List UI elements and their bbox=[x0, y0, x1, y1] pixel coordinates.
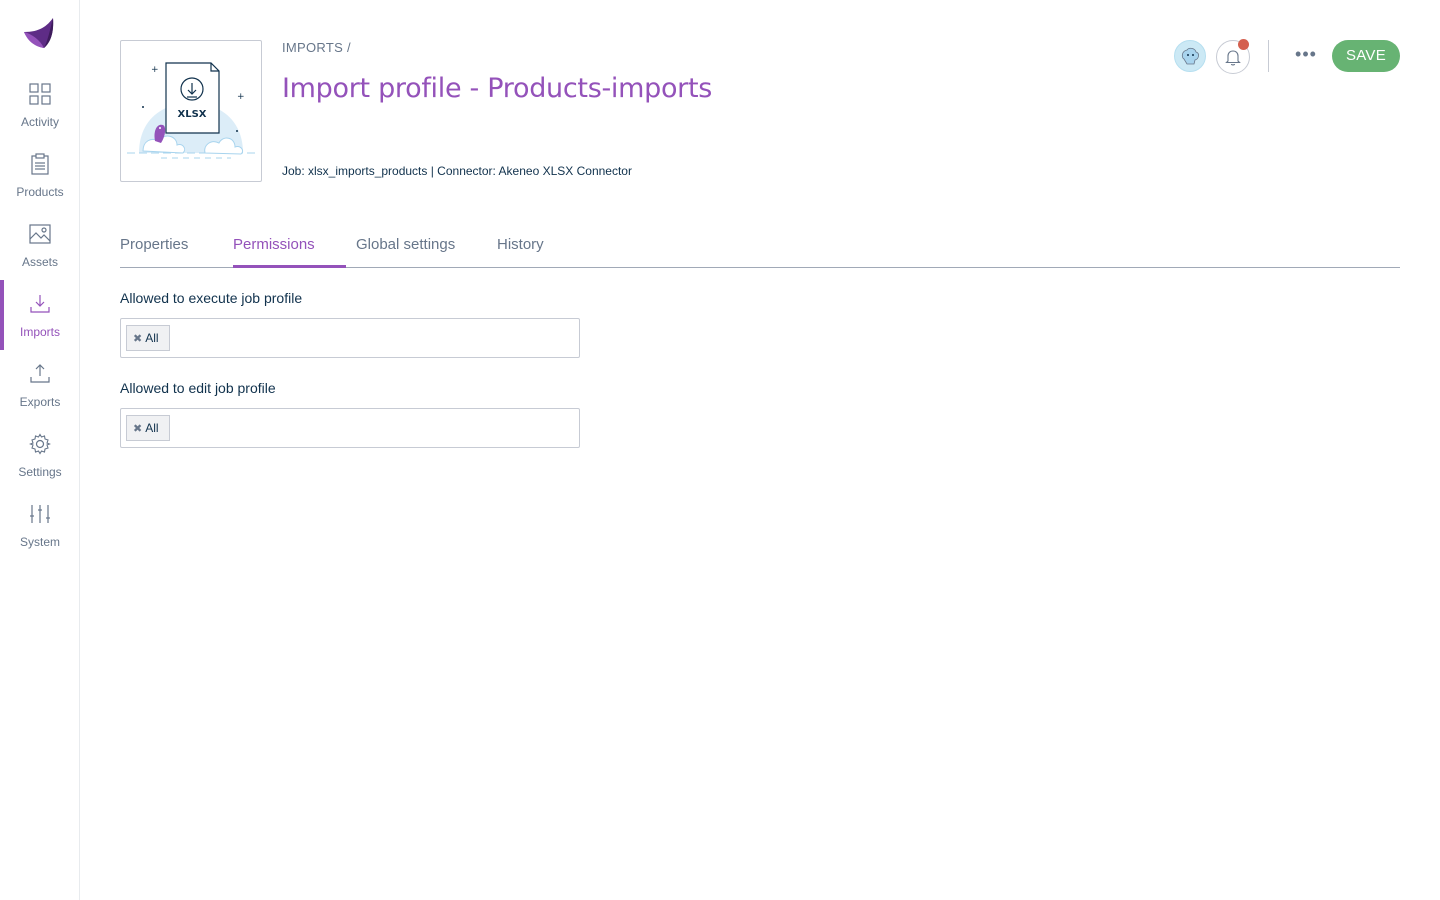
user-avatar[interactable] bbox=[1174, 40, 1206, 72]
header-divider bbox=[1268, 40, 1269, 72]
main-sidebar: Activity Products Assets Imports Exports… bbox=[0, 0, 80, 900]
edit-permission-field[interactable]: ✖ All bbox=[120, 408, 580, 448]
more-actions-button[interactable]: ••• bbox=[1292, 44, 1320, 68]
page-title: Import profile - Products-imports bbox=[282, 73, 713, 104]
permission-tag-label: All bbox=[145, 331, 159, 345]
xlsx-file-illustration-icon: XLSX + + bbox=[127, 62, 255, 159]
remove-tag-icon[interactable]: ✖ bbox=[133, 327, 142, 351]
execute-permission-label: Allowed to execute job profile bbox=[120, 290, 303, 306]
akeneo-logo-icon[interactable] bbox=[20, 14, 58, 52]
permission-tag-label: All bbox=[145, 421, 159, 435]
sidebar-item-label: Imports bbox=[19, 325, 60, 339]
sidebar-item-label: System bbox=[19, 535, 60, 549]
permission-tag: ✖ All bbox=[126, 325, 170, 351]
exports-icon bbox=[30, 364, 50, 383]
products-icon bbox=[31, 153, 49, 175]
sidebar-item-label: Exports bbox=[19, 395, 61, 409]
sidebar-item-exports[interactable]: Exports bbox=[0, 350, 80, 420]
svg-text:+: + bbox=[237, 92, 245, 102]
tab-permissions[interactable]: Permissions bbox=[233, 236, 315, 253]
active-tab-indicator bbox=[233, 265, 346, 268]
svg-text:XLSX: XLSX bbox=[178, 109, 207, 120]
sidebar-item-assets[interactable]: Assets bbox=[0, 210, 80, 280]
permission-tag: ✖ All bbox=[126, 415, 170, 441]
execute-permission-field[interactable]: ✖ All bbox=[120, 318, 580, 358]
imports-icon bbox=[30, 295, 50, 313]
tab-bar: Properties Permissions Global settings H… bbox=[120, 228, 1400, 268]
edit-permission-label: Allowed to edit job profile bbox=[120, 380, 276, 396]
tab-history[interactable]: History bbox=[497, 236, 544, 253]
sidebar-item-products[interactable]: Products bbox=[0, 140, 80, 210]
job-connector-info: Job: xlsx_imports_products | Connector: … bbox=[282, 164, 632, 178]
sidebar-item-label: Products bbox=[16, 185, 64, 199]
assets-icon bbox=[29, 224, 51, 244]
notifications-button[interactable] bbox=[1216, 39, 1250, 74]
svg-text:+: + bbox=[151, 65, 159, 75]
sliders-icon bbox=[30, 505, 50, 523]
activity-icon bbox=[29, 83, 51, 105]
sidebar-item-label: Activity bbox=[20, 115, 59, 129]
sidebar-item-label: Settings bbox=[18, 465, 62, 479]
tab-global-settings[interactable]: Global settings bbox=[356, 236, 455, 253]
gear-icon bbox=[29, 433, 51, 455]
sidebar-item-settings[interactable]: Settings bbox=[0, 420, 80, 490]
import-illustration: XLSX + + bbox=[120, 40, 262, 182]
sidebar-item-imports[interactable]: Imports bbox=[0, 280, 80, 350]
remove-tag-icon[interactable]: ✖ bbox=[133, 417, 142, 441]
tab-properties[interactable]: Properties bbox=[120, 236, 188, 253]
user-avatar-icon bbox=[1181, 47, 1199, 65]
sidebar-item-label: Assets bbox=[21, 255, 58, 269]
breadcrumb[interactable]: IMPORTS / bbox=[282, 40, 351, 55]
sidebar-item-system[interactable]: System bbox=[0, 490, 80, 560]
sidebar-item-activity[interactable]: Activity bbox=[0, 70, 80, 140]
notification-badge bbox=[1238, 39, 1249, 50]
save-button[interactable]: SAVE bbox=[1332, 40, 1400, 72]
